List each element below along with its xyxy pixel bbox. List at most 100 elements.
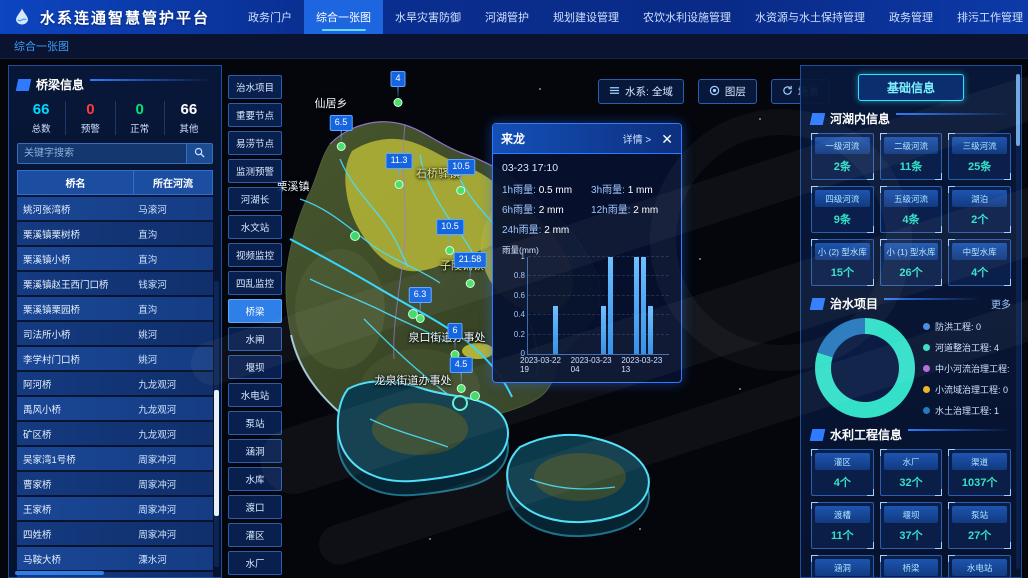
nav-item[interactable]: 水旱灾害防御 [383,0,473,34]
nav-item[interactable]: 河湖管护 [473,0,541,34]
info-card[interactable]: 中型水库4个 [948,239,1011,286]
table-scrollbar[interactable] [214,281,219,567]
map-marker[interactable]: 10.5 [447,159,475,195]
map-town-label: 仙居乡 [315,95,348,111]
layer-item[interactable]: 泵站 [228,411,282,435]
layer-item[interactable]: 治水项目 [228,75,282,99]
info-card[interactable]: 泵站27个 [948,502,1011,549]
map-marker[interactable]: 10.5 [436,219,464,255]
info-card[interactable]: 水电站3个 [948,555,1011,578]
info-card[interactable]: 水厂32个 [880,449,943,496]
info-card[interactable]: 小 (2) 型水库15个 [811,239,874,286]
river-cell: 周家冲河 [132,447,213,470]
table-row[interactable]: 栗溪镇栗园桥直沟 [17,297,213,320]
table-row[interactable]: 司法所小桥姚河 [17,322,213,345]
info-card[interactable]: 一级河流2条 [811,133,874,180]
map-marker[interactable]: 6 [447,323,462,359]
table-row[interactable]: 李学村门口桥姚河 [17,347,213,370]
layer-item[interactable]: 水库 [228,467,282,491]
layer-item[interactable]: 视频监控 [228,243,282,267]
stat-label: 其他 [165,121,213,135]
legend-label: 中小河流治理工程: 0 [935,362,1011,375]
info-card[interactable]: 涵洞47个 [811,555,874,578]
table-row[interactable]: 曹家桥周家冲河 [17,472,213,495]
map-marker[interactable]: 6.3 [409,287,432,323]
marker-value: 10.5 [447,159,475,175]
info-card-label: 渠道 [952,453,1007,470]
table-row[interactable]: 栗溪镇栗树桥直沟 [17,222,213,245]
layer-item[interactable]: 堰坝 [228,355,282,379]
nav-item[interactable]: 水资源与水土保持管理 [743,0,877,34]
column-header-bridge-name: 桥名 [18,171,134,194]
table-row[interactable]: 矿区桥九龙观河 [17,422,213,445]
info-card[interactable]: 桥梁66个 [880,555,943,578]
bridge-name-cell: 曹家桥 [17,472,132,495]
map-control-button[interactable]: 图层 [698,79,757,104]
search-input[interactable] [18,144,186,163]
layer-item[interactable]: 涵洞 [228,439,282,463]
info-card[interactable]: 湖泊2个 [948,186,1011,233]
map-marker[interactable]: 4.5 [450,357,473,393]
close-icon[interactable]: ✕ [661,132,673,146]
table-row[interactable]: 四姓桥周家冲河 [17,522,213,545]
more-link[interactable]: 更多 [991,296,1011,311]
table-hscrollbar[interactable] [15,571,104,575]
nav-item[interactable]: 综合一张图 [304,0,383,34]
info-card[interactable]: 三级河流25条 [948,133,1011,180]
layer-item[interactable]: 水电站 [228,383,282,407]
map-town-label: 龙泉街道办事处 [375,372,452,388]
table-row[interactable]: 阿河桥九龙观河 [17,372,213,395]
info-card[interactable]: 灌区4个 [811,449,874,496]
info-card[interactable]: 二级河流11条 [880,133,943,180]
info-card-label: 二级河流 [884,137,939,154]
layer-item[interactable]: 重要节点 [228,103,282,127]
info-card[interactable]: 渡槽11个 [811,502,874,549]
layer-item[interactable]: 易涝节点 [228,131,282,155]
info-card[interactable]: 小 (1) 型水库26个 [880,239,943,286]
layer-item[interactable]: 河湖长 [228,187,282,211]
bridge-name-cell: 栗溪镇赵王西门口桥 [17,272,132,295]
layer-item[interactable]: 水闸 [228,327,282,351]
station-dot[interactable] [350,231,360,241]
info-card-value: 25条 [952,154,1007,176]
layer-item[interactable]: 水文站 [228,215,282,239]
table-row[interactable]: 姚河张湾桥马滚河 [17,197,213,220]
marker-dot [336,142,345,151]
popup-detail-link[interactable]: 详情 > [623,131,652,146]
info-card[interactable]: 四级河流9条 [811,186,874,233]
breadcrumb[interactable]: 综合一张图 [14,38,69,54]
layer-item[interactable]: 四乱监控 [228,271,282,295]
table-row[interactable]: 栗溪镇赵王西门口桥钱家河 [17,272,213,295]
nav-item[interactable]: 农饮水利设施管理 [631,0,743,34]
layer-item[interactable]: 灌区 [228,523,282,547]
table-row[interactable]: 马鞍大桥溧水河 [17,547,213,570]
table-row[interactable]: 王家桥周家冲河 [17,497,213,520]
basic-info-tab[interactable]: 基础信息 [858,74,964,101]
info-card-value: 11个 [815,523,870,545]
layer-item[interactable]: 监测预警 [228,159,282,183]
map-marker[interactable]: 11.3 [386,153,413,189]
search-button[interactable] [186,144,212,163]
nav-item[interactable]: 规划建设管理 [541,0,631,34]
layer-item[interactable]: 水厂 [228,551,282,575]
layer-item[interactable]: 桥梁 [228,299,282,323]
nav-item[interactable]: 政务管理 [877,0,945,34]
nav-item[interactable]: 政务门户 [236,0,304,34]
table-row[interactable]: 栗溪镇小桥直沟 [17,247,213,270]
legend-dot [923,365,930,372]
map-control-button[interactable]: 水系: 全域 [598,79,684,104]
info-card[interactable]: 五级河流4条 [880,186,943,233]
layer-item[interactable]: 渡口 [228,495,282,519]
info-card[interactable]: 堰坝37个 [880,502,943,549]
map-marker[interactable]: 21.58 [454,252,487,288]
nav-item[interactable]: 排污工作管理 [945,0,1028,34]
map-marker[interactable]: 4 [390,71,405,107]
table-row[interactable]: 禹风小桥九龙观河 [17,397,213,420]
bridge-stat: 0预警 [66,101,115,135]
app-logo-icon [12,6,32,28]
map-marker[interactable]: 6.5 [330,115,353,151]
info-card[interactable]: 渠道1037个 [948,449,1011,496]
map-control-label: 水系: 全域 [625,84,673,99]
table-row[interactable]: 吴家湾1号桥周家冲河 [17,447,213,470]
panel-scrollbar[interactable] [1016,74,1020,569]
